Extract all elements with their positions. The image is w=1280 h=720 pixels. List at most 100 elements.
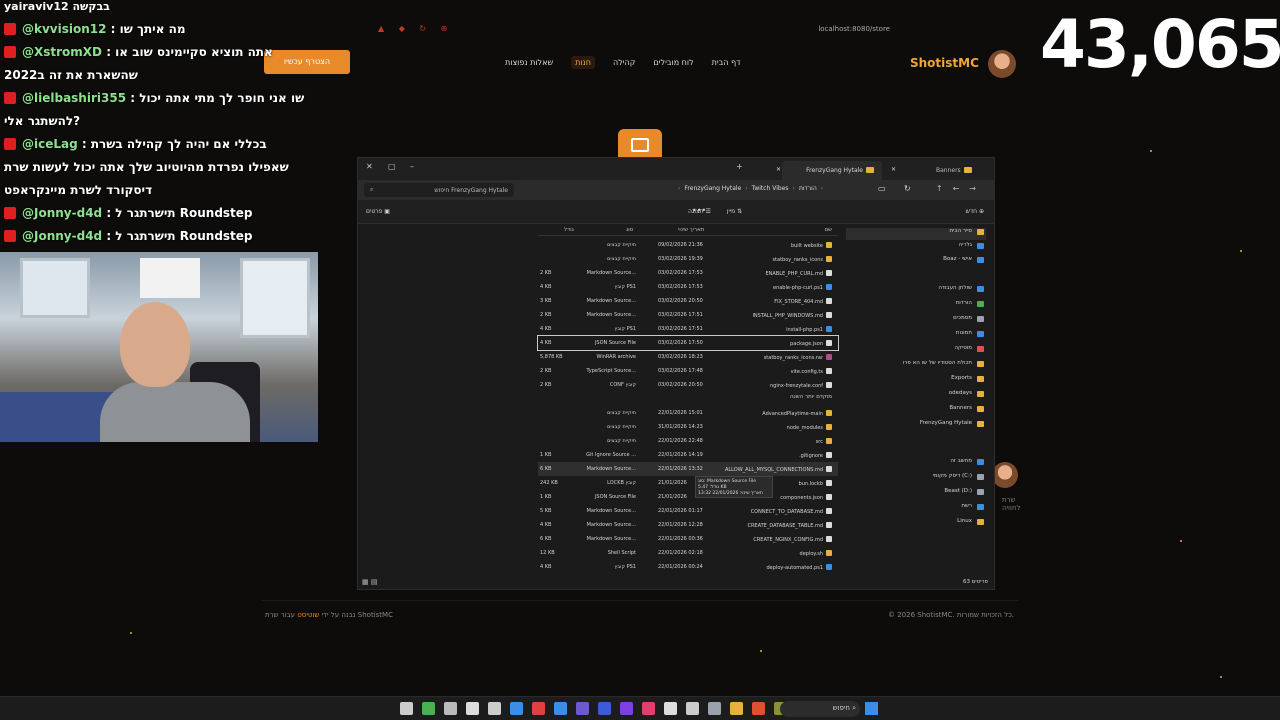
file-row[interactable]: src 22/01/2026 22:48 תיקיית קבצים (538, 434, 838, 448)
sidebar-item[interactable]: הורדות (846, 300, 986, 312)
taskbar-app-icon[interactable] (532, 702, 545, 715)
taskbar-search[interactable]: חיפוש ⌕ (780, 701, 860, 717)
column-date[interactable]: תאריך שינוי (678, 227, 704, 233)
new-tab-icon[interactable]: + (736, 162, 743, 171)
file-row[interactable]: install-php.ps1 03/02/2026 17:51 קובץ PS1 4… (538, 322, 838, 336)
taskbar-app-icon[interactable] (752, 702, 765, 715)
taskbar-app-icon[interactable] (664, 702, 677, 715)
browser-address-bar[interactable]: ▲ ◆ ↻ ⊕ localhost:8080/store (370, 22, 930, 38)
tab-banners[interactable]: Banners (928, 161, 982, 180)
file-explorer-window[interactable]: ✕ ▢ – + ✕ FrenzyGang Hytale ✕ Banners ⌕ … (357, 157, 995, 590)
close-icon[interactable]: ✕ (366, 162, 373, 171)
taskbar-app-icon[interactable] (730, 702, 743, 715)
new-button[interactable]: חדש ⊕ (966, 208, 984, 215)
sidebar-item[interactable]: Beast (D:) (846, 488, 986, 500)
file-row[interactable]: nginx-frenzytale.conf 03/02/2026 20:50 CON… (538, 378, 838, 392)
taskbar-app-icon[interactable] (466, 702, 479, 715)
sidebar-item[interactable]: מסמכים (846, 315, 986, 327)
taskbar-app-icon[interactable] (422, 702, 435, 715)
file-row[interactable]: FIX_STORE_404.md 03/02/2026 20:50 Markdown… (538, 294, 838, 308)
nav-store[interactable]: חנות (571, 56, 595, 69)
taskbar-app-icon[interactable] (400, 702, 413, 715)
taskbar-app-icon[interactable] (686, 702, 699, 715)
nav-home[interactable]: דף הבית (712, 58, 741, 69)
close-tab-icon[interactable]: ✕ (891, 166, 896, 173)
sidebar-item[interactable]: מוסיקה (846, 345, 986, 357)
sidebar-item[interactable]: סייר הבית (846, 228, 986, 240)
search-input[interactable]: ⌕ חיפוש FrenzyGang Hytale (364, 183, 514, 197)
file-row[interactable]: node_modules 31/01/2026 14:23 תיקיית קבצים (538, 420, 838, 434)
sidebar-item[interactable]: Linux (846, 518, 986, 530)
column-size[interactable]: גודל (564, 227, 574, 233)
file-row[interactable]: built website 09/02/2026 21:36 תיקיית קבצי… (538, 238, 838, 252)
file-row[interactable]: package.json 03/02/2026 17:50 JSON Source … (537, 335, 839, 351)
particle (1220, 676, 1222, 678)
maximize-icon[interactable]: ▢ (388, 162, 396, 171)
sidebar-item[interactable]: גלריה (846, 242, 986, 254)
file-row[interactable]: ALLOW_ALL_MYSQL_CONNECTIONS.md 22/01/2026… (538, 462, 838, 476)
file-row[interactable]: statboy_ranks_icons 03/02/2026 19:39 תיקיי… (538, 252, 838, 266)
file-row[interactable]: deploy-automated.ps1 22/01/2026 00:24 קובץ… (538, 560, 838, 574)
sidebar-item[interactable]: Banners (846, 405, 986, 417)
sidebar-item[interactable]: Boaz - אישי (846, 256, 986, 268)
taskbar-app-icon[interactable] (598, 702, 611, 715)
taskbar-app-icon[interactable] (576, 702, 589, 715)
sort-button[interactable]: מיין ⇅ (727, 208, 742, 215)
file-row[interactable]: CREATE_NGINX_CONFIG.md 22/01/2026 00:36 Ma… (538, 532, 838, 546)
browser-url[interactable]: localhost:8080/store (818, 25, 890, 33)
taskbar-app-icon[interactable] (642, 702, 655, 715)
crumb-twitch-vibes[interactable]: Twitch Vibes (752, 185, 789, 192)
file-row[interactable]: enable-php-curl.ps1 03/02/2026 17:53 קובץ … (538, 280, 838, 294)
crumb-downloads[interactable]: הורדות (799, 185, 817, 192)
sidebar-item[interactable]: FrenzyGang Hytale (846, 420, 986, 432)
start-button-icon[interactable] (865, 702, 878, 715)
refresh-icon[interactable]: ↻ (904, 184, 911, 193)
nav-arrows[interactable]: ↑←→ (936, 184, 986, 193)
file-row[interactable]: AdvancedPlaytime-main 22/01/2026 15:01 תיק… (538, 406, 838, 420)
sidebar-item[interactable]: רשת (846, 503, 986, 515)
file-row[interactable]: components.json 21/01/2026 JSON Source Fil… (538, 490, 838, 504)
nav-faq[interactable]: שאלות נפוצות (505, 58, 553, 69)
taskbar-app-icon[interactable] (620, 702, 633, 715)
nav-community[interactable]: קהילה (613, 58, 635, 69)
sidebar-item[interactable]: שולחן העבודה (846, 285, 986, 297)
taskbar-app-icon[interactable] (444, 702, 457, 715)
sidebar-item[interactable]: דיסק מקומי (C:) (846, 473, 986, 485)
file-row[interactable]: CREATE_DATABASE_TABLE.md 22/01/2026 12:28… (538, 518, 838, 532)
close-tab-icon[interactable]: ✕ (776, 166, 781, 173)
group-header[interactable]: מוקדם יותר השנה (790, 394, 832, 400)
more-icon[interactable]: ••• (692, 206, 706, 215)
sidebar-item[interactable]: מחשב זה (846, 458, 986, 470)
column-name[interactable]: שם (824, 227, 832, 233)
column-type[interactable]: סוג (626, 227, 633, 233)
taskbar-app-icon[interactable] (554, 702, 567, 715)
site-brand[interactable]: ShotistMC (910, 56, 979, 70)
monitor-icon[interactable]: ▭ (878, 184, 886, 193)
minimize-icon[interactable]: – (410, 162, 414, 171)
file-row[interactable]: vite.config.ts 03/02/2026 17:48 TypeScript… (538, 364, 838, 378)
details-button[interactable]: פרטים ▣ (366, 208, 390, 215)
sidebar-item[interactable]: Exports (846, 375, 986, 387)
footer-credit-link[interactable]: שוטיסט (297, 611, 319, 619)
file-type: תיקיית קבצים (607, 424, 636, 430)
file-row[interactable]: deploy.sh 22/01/2026 02:18 Shell Script 12 … (538, 546, 838, 560)
file-row[interactable]: bun.lockb 21/01/2026 LOCKB קובץ 242 KB (538, 476, 838, 490)
view-toggle-icons[interactable]: ▦ ▤ (362, 578, 377, 586)
sidebar-item[interactable]: תכולת הסטודיו של שו הא פרו (846, 360, 986, 372)
crumb-frenzygang[interactable]: FrenzyGang Hytale (684, 185, 741, 192)
file-row[interactable]: INSTALL_PHP_WINDOWS.md 03/02/2026 17:51 Ma… (538, 308, 838, 322)
breadcrumb: › הורדות › Twitch Vibes › FrenzyGang Hyt… (678, 185, 824, 192)
sidebar-item[interactable]: תמונות (846, 330, 986, 342)
taskbar-app-icon[interactable] (708, 702, 721, 715)
extension-icons[interactable]: ▲ ◆ ↻ ⊕ (378, 24, 453, 33)
file-row[interactable]: ENABLE_PHP_CURL.md 03/02/2026 17:53 Markdo… (538, 266, 838, 280)
file-row[interactable]: CONNECT_TO_DATABASE.md 22/01/2026 01:17 Ma… (538, 504, 838, 518)
nav-leaderboard[interactable]: לוח מובילים (653, 58, 693, 69)
taskbar-app-icon[interactable] (488, 702, 501, 715)
file-row[interactable]: .gitignore 22/01/2026 14:19 Git Ignore Sou… (538, 448, 838, 462)
file-size: 242 KB (540, 480, 558, 486)
file-row[interactable]: statboy_ranks_icons.rar 03/02/2026 18:23 W… (538, 350, 838, 364)
tab-frenzygang[interactable]: ✕ FrenzyGang Hytale ✕ (776, 161, 896, 180)
taskbar-app-icon[interactable] (510, 702, 523, 715)
sidebar-item[interactable]: odedays (846, 390, 986, 402)
